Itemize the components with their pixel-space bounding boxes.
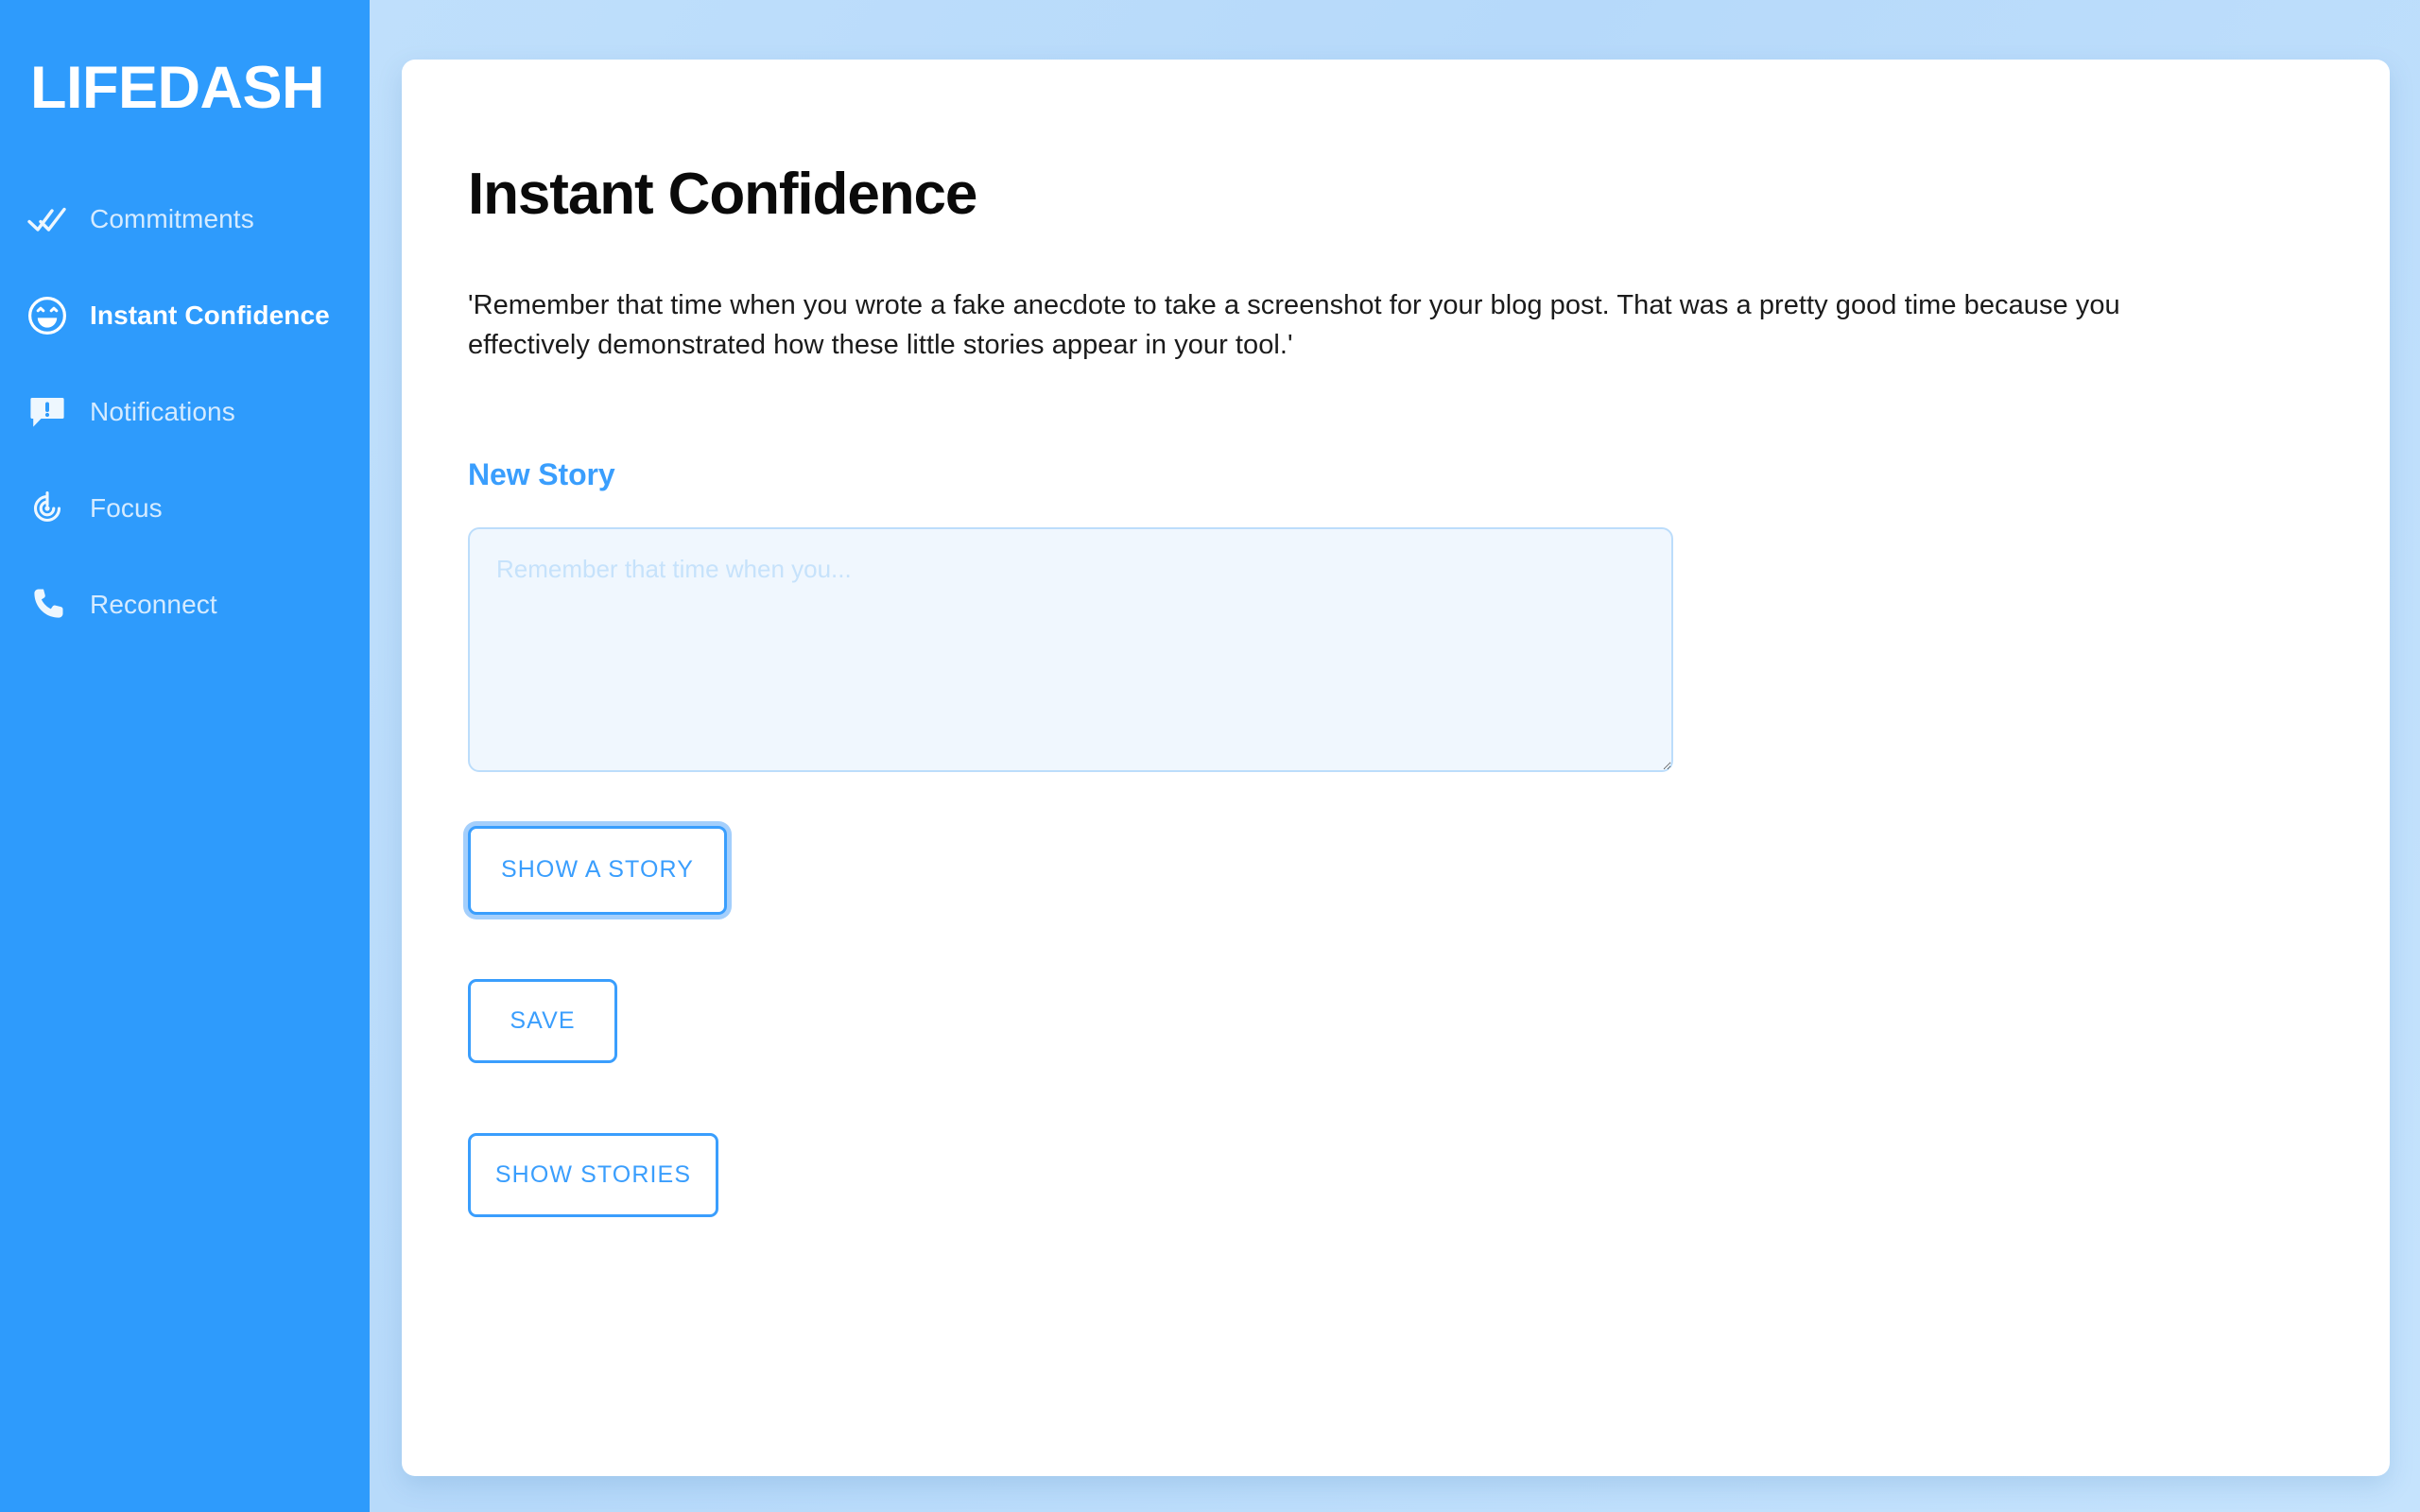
sidebar-item-label: Focus — [90, 493, 163, 524]
page-title: Instant Confidence — [468, 162, 977, 227]
sidebar: LIFEDASH Commitments Instant Confidence … — [0, 0, 370, 1512]
sidebar-nav: Commitments Instant Confidence Notificat… — [0, 171, 370, 653]
save-button[interactable]: SAVE — [468, 978, 617, 1063]
sidebar-item-label: Reconnect — [90, 590, 217, 620]
save-row: SAVE — [468, 915, 2390, 1063]
new-story-section-label: New Story — [468, 456, 615, 491]
sidebar-item-label: Instant Confidence — [90, 301, 330, 331]
sidebar-item-label: Commitments — [90, 204, 254, 234]
story-input[interactable] — [468, 526, 1673, 772]
show-stories-button[interactable]: SHOW STORIES — [468, 1132, 718, 1217]
sidebar-item-reconnect[interactable]: Reconnect — [0, 557, 370, 653]
show-a-story-button[interactable]: SHOW A STORY — [468, 825, 727, 915]
content-card: Instant Confidence 'Remember that time w… — [402, 60, 2390, 1476]
sidebar-item-instant-confidence[interactable]: Instant Confidence — [0, 267, 370, 364]
app-root: LIFEDASH Commitments Instant Confidence … — [0, 0, 2420, 1512]
chat-alert-icon — [26, 390, 69, 434]
show-stories-row: SHOW STORIES — [468, 1063, 2390, 1217]
story-paragraph: 'Remember that time when you wrote a fak… — [468, 290, 2120, 360]
target-power-icon — [26, 487, 69, 530]
smiley-face-icon — [26, 294, 69, 337]
app-logo: LIFEDASH — [30, 55, 325, 121]
main-content-area: Instant Confidence 'Remember that time w… — [370, 0, 2420, 1512]
sidebar-item-focus[interactable]: Focus — [0, 460, 370, 557]
double-check-icon — [26, 198, 69, 241]
sidebar-item-label: Notifications — [90, 397, 235, 427]
phone-icon — [26, 583, 69, 627]
sidebar-item-notifications[interactable]: Notifications — [0, 364, 370, 460]
sidebar-item-commitments[interactable]: Commitments — [0, 171, 370, 267]
show-a-story-row: SHOW A STORY — [468, 772, 2390, 915]
